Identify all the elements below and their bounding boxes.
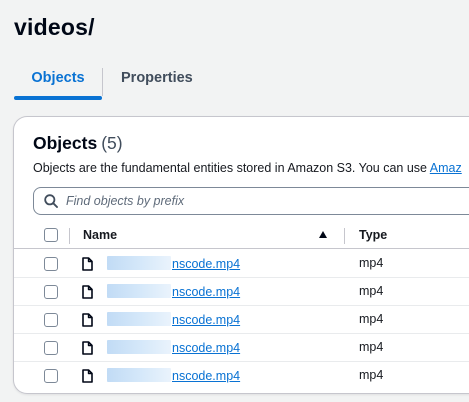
panel-description-text: Objects are the fundamental entities sto… xyxy=(33,161,430,175)
file-icon xyxy=(82,369,93,383)
table-header: Name Type xyxy=(14,223,469,249)
table-row: nscode.mp4 mp4 xyxy=(14,334,469,362)
panel-title-text: Objects xyxy=(33,133,98,153)
column-resizer[interactable] xyxy=(344,228,345,244)
row-checkbox[interactable] xyxy=(44,341,58,355)
row-checkbox[interactable] xyxy=(44,257,58,271)
table-row: nscode.mp4 mp4 xyxy=(14,250,469,278)
object-name-text: nscode.mp4 xyxy=(172,313,241,327)
object-type: mp4 xyxy=(359,284,384,298)
table-row: nscode.mp4 mp4 xyxy=(14,362,469,390)
search-input[interactable] xyxy=(66,194,446,208)
object-type: mp4 xyxy=(359,340,384,354)
file-icon xyxy=(82,313,93,327)
select-all-checkbox[interactable] xyxy=(44,228,58,242)
object-name-link[interactable]: nscode.mp4 xyxy=(107,284,240,299)
redacted-name xyxy=(107,284,171,298)
learn-more-link[interactable]: Amaz xyxy=(430,161,462,175)
search-icon xyxy=(44,194,58,208)
file-icon xyxy=(82,285,93,299)
file-icon xyxy=(82,341,93,355)
redacted-name xyxy=(107,368,171,382)
page-title: videos/ xyxy=(14,14,95,40)
tab-list: Objects Properties xyxy=(14,62,193,102)
redacted-name xyxy=(107,312,171,326)
object-count: (5) xyxy=(101,133,123,153)
object-name-text: nscode.mp4 xyxy=(172,369,241,383)
object-name-text: nscode.mp4 xyxy=(172,285,241,299)
objects-panel: Objects (5) Objects are the fundamental e… xyxy=(13,116,469,394)
redacted-name xyxy=(107,256,171,270)
file-icon xyxy=(82,257,93,271)
column-header-name[interactable]: Name xyxy=(83,228,117,242)
panel-description: Objects are the fundamental entities sto… xyxy=(33,161,462,175)
search-box[interactable] xyxy=(33,187,469,215)
object-name-link[interactable]: nscode.mp4 xyxy=(107,256,240,271)
row-checkbox[interactable] xyxy=(44,313,58,327)
object-type: mp4 xyxy=(359,256,384,270)
row-checkbox[interactable] xyxy=(44,369,58,383)
table-row: nscode.mp4 mp4 xyxy=(14,278,469,306)
object-type: mp4 xyxy=(359,368,384,382)
panel-title: Objects (5) xyxy=(33,133,123,154)
tab-properties[interactable]: Properties xyxy=(103,62,193,100)
object-name-link[interactable]: nscode.mp4 xyxy=(107,312,240,327)
column-header-type[interactable]: Type xyxy=(359,228,387,242)
table-row: nscode.mp4 mp4 xyxy=(14,306,469,334)
column-divider xyxy=(69,228,70,244)
object-name-text: nscode.mp4 xyxy=(172,257,241,271)
object-name-link[interactable]: nscode.mp4 xyxy=(107,368,240,383)
object-type: mp4 xyxy=(359,312,384,326)
object-name-text: nscode.mp4 xyxy=(172,341,241,355)
object-name-link[interactable]: nscode.mp4 xyxy=(107,340,240,355)
row-checkbox[interactable] xyxy=(44,285,58,299)
redacted-name xyxy=(107,340,171,354)
sort-ascending-icon[interactable] xyxy=(319,231,327,238)
tab-objects[interactable]: Objects xyxy=(14,62,102,100)
